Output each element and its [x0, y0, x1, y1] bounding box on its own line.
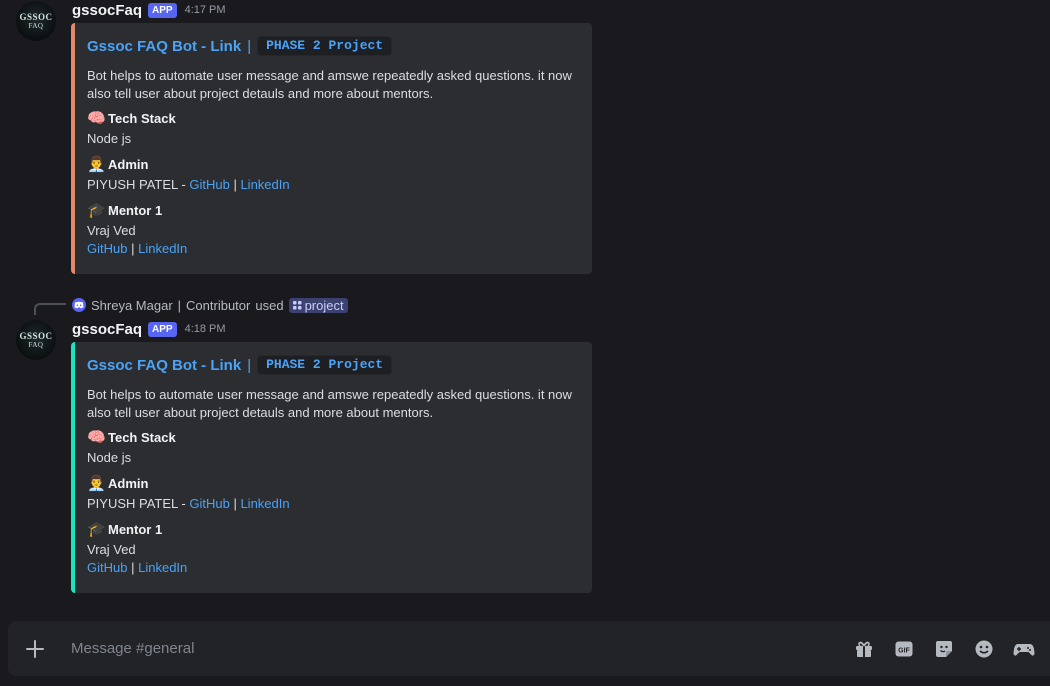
graduation-cap-icon: 🎓: [87, 521, 106, 538]
field-title: Tech Stack: [108, 111, 176, 126]
brain-icon: 🧠: [87, 110, 106, 127]
embed-card: Gssoc FAQ Bot - Link | PHASE 2 Project B…: [71, 342, 592, 593]
command-chip[interactable]: project: [288, 297, 348, 313]
github-link[interactable]: GitHub: [87, 241, 127, 256]
phase-tag: PHASE 2 Project: [257, 355, 393, 375]
field-tech-stack: 🧠 Tech Stack Node js: [87, 429, 576, 467]
embed-card: Gssoc FAQ Bot - Link | PHASE 2 Project B…: [71, 23, 592, 274]
field-name: 🎓 Mentor 1: [87, 202, 576, 220]
gift-icon: [856, 641, 872, 657]
field-tech-stack: 🧠 Tech Stack Node js: [87, 110, 576, 148]
activities-button[interactable]: [1012, 637, 1036, 661]
embed-description: Bot helps to automate user message and a…: [87, 68, 572, 101]
timestamp[interactable]: 4:17 PM: [185, 4, 226, 16]
github-link[interactable]: GitHub: [189, 177, 229, 192]
emoji-button[interactable]: [972, 637, 996, 661]
message-header: gssocFaq APP 4:17 PM: [72, 0, 226, 20]
field-value: GitHub | LinkedIn: [87, 559, 576, 577]
field-title: Admin: [108, 157, 149, 172]
field-admin: 👨‍💼 Admin PIYUSH PATEL - GitHub | Linked…: [87, 475, 576, 513]
gif-button[interactable]: GIF: [892, 637, 916, 661]
embed-title-link[interactable]: Gssoc FAQ Bot - Link: [87, 357, 241, 374]
graduation-cap-icon: 🎓: [87, 202, 106, 219]
app-badge: APP: [148, 2, 177, 18]
title-separator: |: [247, 356, 252, 374]
composer-toolbar: GIF: [852, 637, 1036, 661]
link-separator: |: [131, 560, 135, 575]
github-link[interactable]: GitHub: [189, 496, 229, 511]
plus-icon: [26, 639, 44, 658]
avatar-text: GSSOC: [19, 331, 53, 341]
reply-connector: [34, 303, 66, 315]
command-usage: Shreya Magar | Contributor used project: [72, 296, 348, 314]
avatar-text: FAQ: [28, 341, 44, 349]
field-value: Node js: [87, 131, 132, 146]
avatar[interactable]: GSSOC FAQ: [16, 320, 56, 360]
timestamp[interactable]: 4:18 PM: [185, 323, 226, 335]
username[interactable]: gssocFaq: [72, 2, 142, 19]
field-title: Mentor 1: [108, 522, 163, 537]
field-name: 🧠 Tech Stack: [87, 429, 576, 447]
reply-username[interactable]: Shreya Magar: [91, 298, 173, 313]
reply-used: used: [255, 297, 284, 313]
link-separator: |: [233, 177, 237, 192]
username[interactable]: gssocFaq: [72, 321, 142, 338]
mentor-name: Vraj Ved: [87, 542, 136, 557]
message-composer: GIF: [8, 621, 1050, 676]
sticker-icon: [936, 640, 952, 657]
admin-name: PIYUSH PATEL -: [87, 496, 190, 511]
phase-tag: PHASE 2 Project: [257, 36, 393, 56]
embed-title: Gssoc FAQ Bot - Link | PHASE 2 Project: [87, 355, 576, 375]
link-separator: |: [131, 241, 135, 256]
command-name: project: [304, 297, 344, 313]
field-name: 🧠 Tech Stack: [87, 110, 576, 128]
gift-button[interactable]: [852, 637, 876, 661]
app-command-icon: [292, 300, 302, 309]
field-title: Tech Stack: [108, 430, 176, 445]
sticker-button[interactable]: [932, 637, 956, 661]
title-separator: |: [247, 37, 252, 55]
svg-text:GIF: GIF: [898, 647, 910, 654]
reply-pipe: |: [177, 297, 182, 313]
gif-icon: GIF: [895, 641, 913, 656]
reply-role: Contributor: [186, 297, 251, 313]
field-admin: 👨‍💼 Admin PIYUSH PATEL - GitHub | Linked…: [87, 156, 576, 194]
embed-title: Gssoc FAQ Bot - Link | PHASE 2 Project: [87, 36, 576, 56]
embed-description: Bot helps to automate user message and a…: [87, 387, 572, 420]
office-worker-icon: 👨‍💼: [87, 475, 106, 492]
upload-button[interactable]: [8, 621, 62, 676]
field-value: GitHub | LinkedIn: [87, 240, 576, 258]
field-mentor: 🎓 Mentor 1 Vraj Ved GitHub | LinkedIn: [87, 521, 576, 577]
embed-title-link[interactable]: Gssoc FAQ Bot - Link: [87, 38, 241, 55]
github-link[interactable]: GitHub: [87, 560, 127, 575]
discord-icon: [72, 298, 86, 312]
linkedin-link[interactable]: LinkedIn: [138, 241, 187, 256]
field-value: PIYUSH PATEL - GitHub | LinkedIn: [87, 176, 576, 194]
chat-view: GSSOC FAQ gssocFaq APP 4:17 PM Gssoc FAQ…: [0, 0, 1050, 686]
admin-name: PIYUSH PATEL -: [87, 177, 190, 192]
link-separator: |: [233, 496, 237, 511]
message-input[interactable]: [71, 633, 852, 664]
avatar[interactable]: GSSOC FAQ: [16, 1, 56, 41]
controller-icon: [1013, 643, 1035, 656]
field-title: Mentor 1: [108, 203, 163, 218]
field-mentor: 🎓 Mentor 1 Vraj Ved GitHub | LinkedIn: [87, 202, 576, 258]
avatar-text: FAQ: [28, 22, 44, 30]
field-name: 👨‍💼 Admin: [87, 475, 576, 493]
linkedin-link[interactable]: LinkedIn: [240, 496, 289, 511]
mentor-name: Vraj Ved: [87, 223, 136, 238]
field-title: Admin: [108, 476, 149, 491]
field-value: PIYUSH PATEL - GitHub | LinkedIn: [87, 495, 576, 513]
linkedin-link[interactable]: LinkedIn: [138, 560, 187, 575]
field-value: Node js: [87, 450, 132, 465]
app-badge: APP: [148, 321, 177, 337]
linkedin-link[interactable]: LinkedIn: [240, 177, 289, 192]
brain-icon: 🧠: [87, 429, 106, 446]
message-header: gssocFaq APP 4:18 PM: [72, 319, 226, 339]
avatar-text: GSSOC: [19, 12, 53, 22]
office-worker-icon: 👨‍💼: [87, 156, 106, 173]
field-name: 👨‍💼 Admin: [87, 156, 576, 174]
field-name: 🎓 Mentor 1: [87, 521, 576, 539]
emoji-icon: [975, 640, 993, 657]
